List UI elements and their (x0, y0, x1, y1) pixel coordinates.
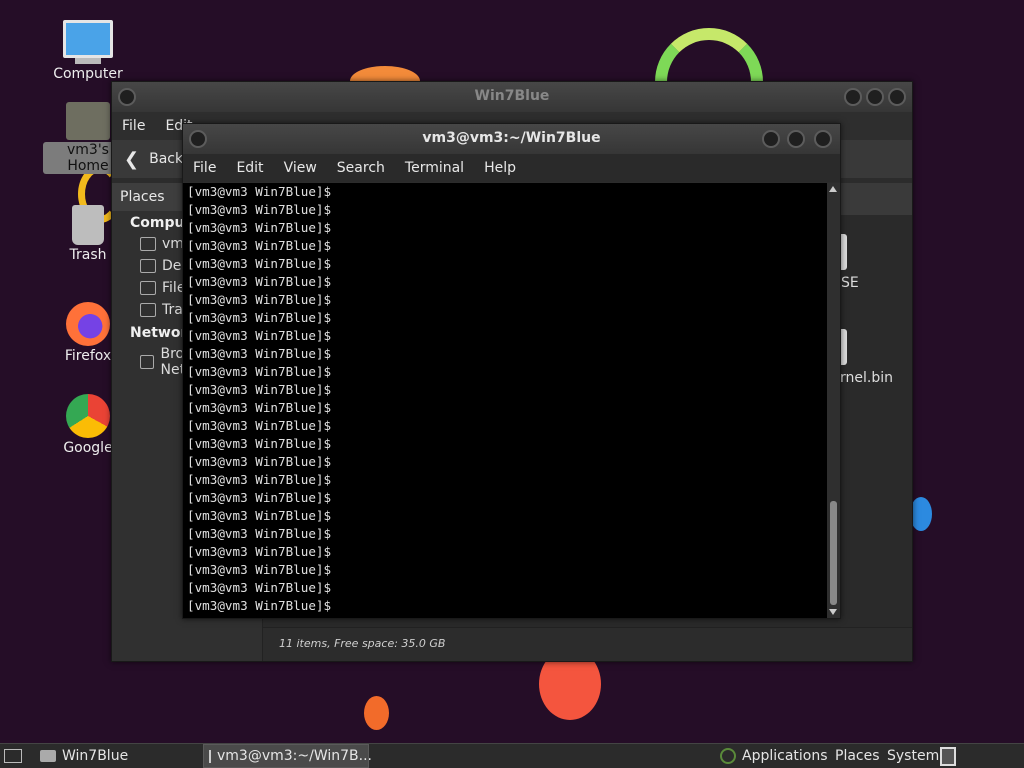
terminal-line: [vm3@vm3 Win7Blue]$ (187, 184, 332, 199)
close-button[interactable] (888, 88, 906, 106)
file-item-label[interactable]: SE (841, 275, 859, 291)
terminal-icon (209, 749, 211, 763)
menu-file[interactable]: File (112, 118, 155, 134)
desktop-icon-label: Trash (69, 247, 107, 263)
home-icon (140, 237, 156, 251)
desktop-icon-computer[interactable]: Computer (43, 20, 133, 82)
menu-help[interactable]: Help (474, 160, 526, 176)
window-title: vm3@vm3:~/Win7Blue (422, 130, 601, 146)
back-button[interactable]: Back (149, 151, 183, 167)
task-terminal[interactable]: vm3@vm3:~/Win7B... (203, 744, 372, 768)
firefox-icon (66, 302, 110, 346)
terminal-line: [vm3@vm3 Win7Blue]$ (187, 562, 332, 577)
taskbar: Win7Blue vm3@vm3:~/Win7B... Applications… (0, 743, 1024, 768)
terminal-line: [vm3@vm3 Win7Blue]$ (187, 238, 332, 253)
show-desktop-button[interactable] (4, 744, 22, 768)
terminal-line: [vm3@vm3 Win7Blue]$ (187, 436, 332, 451)
terminal-line: [vm3@vm3 Win7Blue]$ (187, 490, 332, 505)
menu-edit[interactable]: Edit (226, 160, 273, 176)
terminal-line: [vm3@vm3 Win7Blue]$ (187, 202, 332, 217)
task-label: Win7Blue (62, 748, 129, 764)
trash-icon (140, 303, 156, 317)
close-button[interactable] (814, 130, 832, 148)
terminal-line: [vm3@vm3 Win7Blue]$ (187, 364, 332, 379)
terminal-line: [vm3@vm3 Win7Blue]$ (187, 580, 332, 595)
window-title: Win7Blue (474, 88, 550, 104)
task-file-manager[interactable]: Win7Blue (40, 744, 128, 768)
places-menu[interactable]: Places (835, 744, 880, 768)
terminal-line: [vm3@vm3 Win7Blue]$ (187, 274, 332, 289)
terminal-line: [vm3@vm3 Win7Blue]$ (187, 220, 332, 235)
terminal-line: [vm3@vm3 Win7Blue]$ (187, 418, 332, 433)
terminal-line: [vm3@vm3 Win7Blue]$ (187, 454, 332, 469)
terminal-line: [vm3@vm3 Win7Blue]$ (187, 346, 332, 361)
desktop-icon-label: Firefox (64, 348, 112, 364)
status-bar: 11 items, Free space: 35.0 GB (263, 627, 912, 661)
folder-icon (40, 750, 56, 762)
terminal-output[interactable]: [vm3@vm3 Win7Blue]$ [vm3@vm3 Win7Blue]$ [v… (183, 183, 827, 618)
terminal-line: [vm3@vm3 Win7Blue]$ (187, 310, 332, 325)
task-label: vm3@vm3:~/Win7B... (217, 748, 372, 764)
menu-label: Places (835, 748, 880, 764)
menu-view[interactable]: View (274, 160, 327, 176)
network-icon (140, 355, 155, 369)
monitor-icon (63, 20, 113, 58)
wallpaper-blob-blue (910, 497, 932, 531)
wallpaper-blob-small (364, 696, 389, 730)
home-folder-icon (66, 102, 110, 140)
minimize-button[interactable] (844, 88, 862, 106)
menu-label: Applications (742, 748, 828, 764)
system-menu[interactable]: System (887, 744, 939, 768)
terminal-titlebar[interactable]: vm3@vm3:~/Win7Blue (183, 124, 840, 154)
scroll-thumb[interactable] (830, 501, 837, 605)
chrome-icon (66, 394, 110, 438)
maximize-button[interactable] (866, 88, 884, 106)
maximize-button[interactable] (787, 130, 805, 148)
desktop-icon-label: Google (63, 440, 113, 456)
scroll-down-icon[interactable] (829, 609, 837, 615)
applications-menu[interactable]: Applications (720, 744, 828, 768)
terminal-scrollbar[interactable] (827, 183, 840, 618)
terminal-window: vm3@vm3:~/Win7Blue File Edit View Search… (182, 123, 841, 619)
trash-icon (72, 205, 104, 245)
gnome-foot-icon (720, 748, 736, 764)
terminal-line: [vm3@vm3 Win7Blue]$ (187, 526, 332, 541)
menu-terminal[interactable]: Terminal (395, 160, 474, 176)
terminal-line: [vm3@vm3 Win7Blue]$ (187, 544, 332, 559)
menu-label: System (887, 748, 940, 764)
monitor-stand-icon (75, 58, 101, 64)
terminal-line: [vm3@vm3 Win7Blue]$ (187, 400, 332, 415)
terminal-line: [vm3@vm3 Win7Blue]$ (187, 598, 332, 613)
terminal-line: [vm3@vm3 Win7Blue]$ (187, 256, 332, 271)
desktop-icon-label: Computer (53, 66, 123, 82)
minimize-button[interactable] (762, 130, 780, 148)
terminal-line: [vm3@vm3 Win7Blue]$ (187, 472, 332, 487)
workspace-switcher[interactable] (940, 744, 956, 768)
menu-file[interactable]: File (183, 160, 226, 176)
terminal-line: [vm3@vm3 Win7Blue]$ (187, 328, 332, 343)
menu-search[interactable]: Search (327, 160, 395, 176)
desktop-icon (140, 259, 156, 273)
file-manager-titlebar[interactable]: Win7Blue (112, 82, 912, 112)
back-arrow-icon[interactable]: ❮ (124, 149, 139, 170)
file-item-label[interactable]: rnel.bin (840, 370, 893, 386)
scroll-up-icon[interactable] (829, 186, 837, 192)
show-desktop-icon (4, 749, 22, 763)
terminal-line: [vm3@vm3 Win7Blue]$ (187, 382, 332, 397)
workspace-icon (940, 746, 956, 766)
terminal-line: [vm3@vm3 Win7Blue]$ (187, 508, 332, 523)
terminal-line: [vm3@vm3 Win7Blue]$ (187, 292, 332, 307)
terminal-menubar: File Edit View Search Terminal Help (183, 154, 840, 182)
drive-icon (140, 281, 156, 295)
